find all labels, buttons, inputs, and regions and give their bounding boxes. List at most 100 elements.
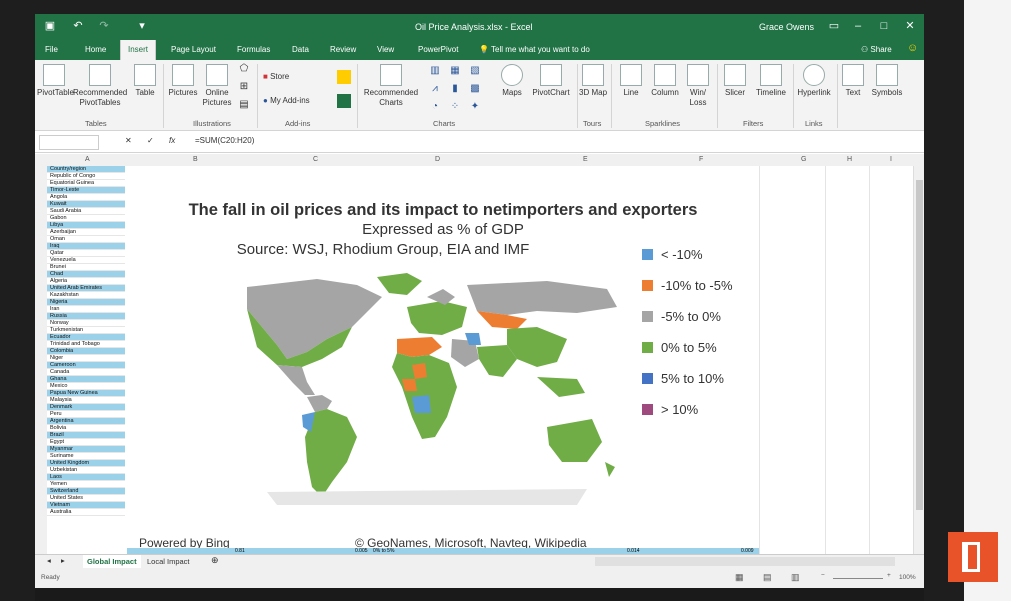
smiley-icon[interactable]: ☺ — [907, 42, 918, 54]
tab-review[interactable]: Review — [330, 45, 356, 54]
sheet-tab-local-impact[interactable]: Local Impact — [143, 555, 194, 568]
legend-item[interactable]: 0% to 5% — [642, 340, 717, 355]
zoom-in-icon[interactable]: + — [887, 572, 891, 579]
algeria-region[interactable] — [397, 337, 442, 357]
venezuela-region[interactable] — [307, 395, 332, 412]
zoom-slider[interactable] — [833, 578, 883, 579]
sparkline-column-button[interactable]: Column — [647, 64, 683, 98]
map-chart[interactable]: The fall in oil prices and its impact to… — [127, 167, 759, 554]
greenland-region[interactable] — [377, 273, 422, 295]
pivotchart-button[interactable]: PivotChart — [529, 64, 573, 98]
3d-map-button[interactable]: 3D Map — [579, 64, 607, 98]
page-break-view-icon[interactable]: ▥ — [791, 572, 800, 583]
vertical-scrollbar[interactable] — [913, 166, 924, 554]
timeline-button[interactable]: Timeline — [751, 64, 791, 98]
add-sheet-icon[interactable]: ⊕ — [211, 555, 219, 566]
online-pictures-button[interactable]: Online Pictures — [201, 64, 233, 108]
country-cell[interactable]: Libya — [47, 222, 125, 229]
tab-page-layout[interactable]: Page Layout — [171, 45, 216, 54]
russia-region[interactable] — [467, 281, 617, 315]
country-cell[interactable]: Timor-Leste — [47, 187, 125, 194]
redo-icon[interactable]: ↷ — [97, 19, 111, 33]
zoom-out-icon[interactable]: − — [821, 572, 825, 579]
country-cell[interactable]: Cameroon — [47, 362, 125, 369]
mexico-region[interactable] — [277, 365, 315, 395]
column-header[interactable]: E — [583, 156, 588, 163]
world-map[interactable] — [207, 267, 627, 507]
country-cell[interactable]: Gabon — [47, 215, 125, 222]
horizontal-scrollbar[interactable] — [595, 557, 895, 566]
country-cell[interactable]: Equatorial Guinea — [47, 180, 125, 187]
combo-chart-icon[interactable]: ▩ — [467, 84, 483, 94]
column-header[interactable]: D — [435, 156, 440, 163]
country-cell[interactable]: Nigeria — [47, 299, 125, 306]
hyperlink-button[interactable]: Hyperlink — [793, 64, 835, 98]
ribbon-display-icon[interactable]: ▭ — [823, 17, 845, 35]
column-header[interactable]: B — [193, 156, 198, 163]
maps-button[interactable]: Maps — [497, 64, 527, 98]
country-cell[interactable]: United Kingdom — [47, 460, 125, 467]
prev-sheet-icon[interactable]: ◂ — [47, 556, 51, 565]
waterfall-chart-icon[interactable]: ▧ — [467, 66, 483, 76]
country-cell[interactable]: Denmark — [47, 404, 125, 411]
people-graph-icon[interactable] — [337, 94, 351, 108]
country-cell[interactable]: Chad — [47, 271, 125, 278]
legend-item[interactable]: < -10% — [642, 247, 703, 262]
column-header[interactable]: H — [847, 156, 852, 163]
norway-region[interactable] — [427, 289, 455, 305]
legend-item[interactable]: 5% to 10% — [642, 371, 724, 386]
store-button[interactable]: ■ Store — [263, 72, 323, 82]
enter-icon[interactable]: ✓ — [147, 136, 154, 145]
country-cell[interactable]: Peru — [47, 411, 125, 418]
country-cell[interactable]: United Arab Emirates — [47, 285, 125, 292]
column-chart-icon[interactable]: ▥ — [427, 66, 443, 76]
country-cell[interactable]: Mexico — [47, 383, 125, 390]
hierarchy-chart-icon[interactable]: ▦ — [447, 66, 463, 76]
text-button[interactable]: Text — [839, 64, 867, 98]
table-button[interactable]: Table — [131, 64, 159, 98]
country-cell[interactable]: Argentina — [47, 418, 125, 425]
country-cell[interactable]: Australia — [47, 509, 125, 516]
country-cell[interactable]: Malaysia — [47, 397, 125, 404]
country-cell[interactable]: Laos — [47, 474, 125, 481]
my-addins-button[interactable]: ● My Add-ins — [263, 96, 333, 106]
new-zealand-region[interactable] — [605, 462, 615, 477]
country-cell[interactable]: Saudi Arabia — [47, 208, 125, 215]
indonesia-region[interactable] — [537, 377, 585, 397]
customize-qat-icon[interactable]: ▾ — [135, 19, 149, 33]
country-cell[interactable]: Venezuela — [47, 257, 125, 264]
country-cell[interactable]: Switzerland — [47, 488, 125, 495]
country-cell[interactable]: Kuwait — [47, 201, 125, 208]
pictures-button[interactable]: Pictures — [167, 64, 199, 98]
smartart-icon[interactable]: ⊞ — [235, 82, 253, 92]
country-cell[interactable]: Angola — [47, 194, 125, 201]
column-header[interactable]: C — [313, 156, 318, 163]
country-cell[interactable]: Myanmar — [47, 446, 125, 453]
pivottable-button[interactable]: PivotTable — [37, 64, 74, 98]
tab-home[interactable]: Home — [85, 45, 106, 54]
column-header[interactable]: G — [801, 156, 806, 163]
country-cell[interactable]: Uzbekistan — [47, 467, 125, 474]
country-cell[interactable]: Ghana — [47, 376, 125, 383]
bing-maps-icon[interactable] — [337, 70, 351, 84]
user-name[interactable]: Grace Owens — [759, 22, 814, 32]
country-cell[interactable]: United States — [47, 495, 125, 502]
country-cell[interactable]: Trinidad and Tobago — [47, 341, 125, 348]
shapes-icon[interactable]: ⬠ — [235, 64, 253, 74]
insert-function-icon[interactable]: fx — [169, 136, 175, 145]
symbols-button[interactable]: Symbols — [869, 64, 905, 98]
country-cell[interactable]: Yemen — [47, 481, 125, 488]
country-cell[interactable]: Norway — [47, 320, 125, 327]
recommended-pivottables-button[interactable]: Recommended PivotTables — [73, 64, 127, 108]
save-icon[interactable]: ▣ — [43, 19, 57, 33]
country-cell[interactable]: Niger — [47, 355, 125, 362]
tab-formulas[interactable]: Formulas — [237, 45, 270, 54]
australia-region[interactable] — [547, 419, 602, 462]
legend-item[interactable]: -5% to 0% — [642, 309, 721, 324]
formula-input[interactable]: =SUM(C20:H20) — [195, 136, 254, 145]
recommended-charts-button[interactable]: Recommended Charts — [359, 64, 423, 108]
antarctica-region[interactable] — [267, 489, 587, 505]
tab-view[interactable]: View — [377, 45, 394, 54]
country-cell[interactable]: Canada — [47, 369, 125, 376]
country-cell[interactable]: Vietnam — [47, 502, 125, 509]
